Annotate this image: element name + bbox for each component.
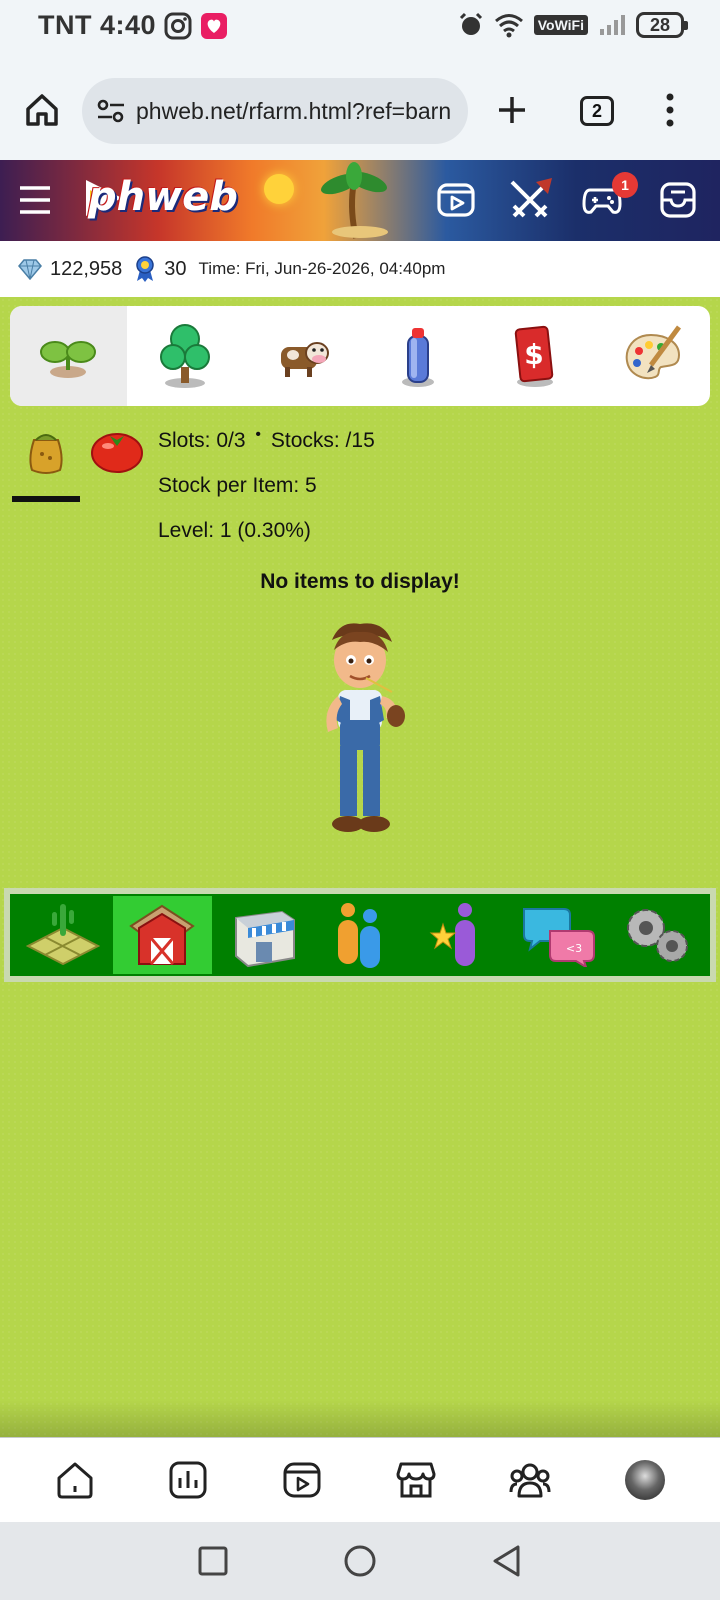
animals-tab[interactable] xyxy=(243,306,360,406)
app-bottom-nav xyxy=(0,1438,720,1522)
profile-avatar[interactable] xyxy=(625,1460,666,1500)
lazada-icon xyxy=(201,12,228,39)
selected-item-indicator xyxy=(12,496,80,502)
logo-text: phweb xyxy=(88,174,238,220)
barn-icon xyxy=(129,904,196,965)
status-right: VoWiFi 28 xyxy=(458,12,688,38)
new-tab-icon[interactable] xyxy=(496,94,528,126)
sun-decoration xyxy=(264,174,294,204)
grass-shadow xyxy=(0,1400,720,1438)
svg-text:$: $ xyxy=(524,338,543,371)
groups-icon[interactable] xyxy=(509,1460,551,1500)
reels-icon[interactable] xyxy=(282,1460,322,1500)
diamond-count: 122,958 xyxy=(50,257,123,280)
notification-badge: 1 xyxy=(612,172,638,198)
market-icon[interactable] xyxy=(396,1460,436,1500)
trees-tab[interactable] xyxy=(127,306,244,406)
home-button-icon[interactable] xyxy=(343,1544,377,1578)
player-info-bar: 122,958 30 Time: Fri, Jun-26-2026, 04:40… xyxy=(0,241,720,297)
people-icon xyxy=(338,903,380,968)
system-nav-bar xyxy=(0,1522,720,1600)
settings-nav[interactable] xyxy=(607,896,706,974)
barn-nav[interactable] xyxy=(112,896,212,974)
browser-toolbar: phweb.net/rfarm.html?ref=barn 2 xyxy=(0,56,720,160)
products-tab[interactable] xyxy=(360,306,477,406)
seeds-tab[interactable] xyxy=(10,306,127,406)
chat-icon: <3 xyxy=(522,908,595,967)
diamond-icon xyxy=(18,259,42,280)
wifi-icon xyxy=(494,14,523,38)
chat-nav[interactable]: <3 xyxy=(508,896,607,974)
battery-indicator: 28 xyxy=(636,12,688,38)
carrier-time: TNT 4:40 xyxy=(38,10,157,40)
stock-per-item: Stock per Item: 5 xyxy=(158,474,317,497)
signal-icon xyxy=(600,15,625,35)
server-time: Time: Fri, Jun-26-2026, 04:40pm xyxy=(198,259,446,278)
farm-nav[interactable] xyxy=(14,896,113,974)
url-text[interactable]: phweb.net/rfarm.html?ref=barn xyxy=(136,98,451,125)
tomato-icon[interactable] xyxy=(90,424,144,474)
inbox-icon[interactable] xyxy=(658,180,698,220)
site-settings-icon[interactable] xyxy=(96,98,126,124)
slots-text: Slots: 0/3 xyxy=(158,429,246,452)
farm-plot-icon xyxy=(26,904,101,966)
menu-icon[interactable] xyxy=(18,184,52,216)
achievements-nav[interactable] xyxy=(409,896,508,974)
sprout-icon xyxy=(40,341,97,378)
address-bar[interactable]: phweb.net/rfarm.html?ref=barn xyxy=(82,78,468,144)
bullet-separator: • xyxy=(255,426,262,443)
stats-icon[interactable] xyxy=(168,1460,208,1500)
back-icon[interactable] xyxy=(491,1544,523,1578)
ribbon-badge-icon xyxy=(136,256,155,282)
gears-icon xyxy=(626,909,688,962)
site-header: phweb xyxy=(0,160,720,241)
bottle-icon xyxy=(402,328,435,387)
shop-nav[interactable] xyxy=(212,896,311,974)
decor-tab[interactable] xyxy=(593,306,710,406)
level-progress: Level: 1 (0.30%) xyxy=(158,519,311,542)
dollar-icon: $ xyxy=(514,325,554,387)
star-person-icon xyxy=(429,903,475,966)
empty-message: No items to display! xyxy=(260,570,460,593)
instagram-icon xyxy=(164,12,192,39)
svg-text:<3: <3 xyxy=(566,942,582,955)
video-icon[interactable] xyxy=(436,180,476,220)
home-icon[interactable] xyxy=(24,92,60,128)
status-bar: TNT 4:40 VoWiFi 28 xyxy=(0,0,720,56)
seed-bag-icon[interactable] xyxy=(20,424,72,476)
farmer-character xyxy=(326,623,405,832)
neighbors-nav[interactable] xyxy=(311,896,410,974)
stocks-text: Stocks: /15 xyxy=(270,429,375,452)
home-icon[interactable] xyxy=(55,1460,95,1500)
category-tabs: $ xyxy=(10,306,710,406)
recent-apps-icon[interactable] xyxy=(197,1545,229,1577)
palm-tree-decoration xyxy=(321,162,388,239)
alarm-icon xyxy=(459,12,482,35)
game-nav-bar: <3 xyxy=(4,888,716,982)
vowifi-label: VoWiFi xyxy=(533,15,588,35)
tab-switcher-button[interactable]: 2 xyxy=(580,96,614,126)
palette-icon xyxy=(625,325,681,380)
shop-icon xyxy=(235,910,296,968)
tree-icon xyxy=(160,324,210,388)
cow-icon xyxy=(280,342,329,377)
more-menu-icon[interactable] xyxy=(662,92,678,128)
player-level: 30 xyxy=(164,257,187,280)
slots-stocks-line: Slots: 0/3 • Stocks: /15 xyxy=(158,426,375,453)
site-logo[interactable]: phweb xyxy=(88,174,238,220)
battle-icon[interactable] xyxy=(506,176,554,224)
cash-tab[interactable]: $ xyxy=(477,306,594,406)
status-left: TNT 4:40 xyxy=(38,10,228,41)
